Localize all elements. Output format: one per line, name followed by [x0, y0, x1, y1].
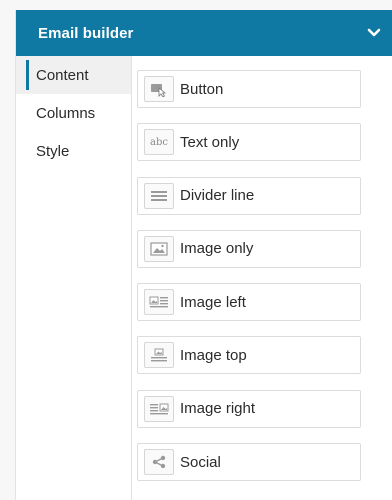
panel-title: Email builder [38, 24, 134, 42]
block-image-right[interactable]: Image right [137, 389, 361, 428]
block-social[interactable]: Social [137, 443, 361, 482]
block-divider-line[interactable]: Divider line [137, 176, 361, 215]
block-image-only[interactable]: Image only [137, 229, 361, 268]
sidebar-item-content[interactable]: Content [16, 56, 131, 94]
block-label: Button [180, 80, 224, 98]
block-image-left[interactable]: Image left [137, 283, 361, 322]
button-block-icon [144, 76, 174, 102]
abc-text-icon: abc [144, 129, 174, 156]
content-block-list: Button abc Text only Divider line Image … [137, 70, 361, 496]
block-image-top[interactable]: Image top [137, 336, 361, 375]
sidebar-item-style[interactable]: Style [16, 132, 131, 170]
image-left-icon [144, 289, 174, 316]
block-label: Divider line [180, 187, 255, 205]
chevron-down-icon[interactable] [365, 24, 383, 42]
block-label: Image right [180, 400, 256, 418]
sidebar-item-label: Content [36, 66, 89, 84]
image-top-icon [144, 342, 174, 369]
abc-text-glyph: abc [150, 136, 168, 148]
block-label: Image left [180, 293, 246, 311]
share-icon [144, 449, 174, 476]
image-right-icon [144, 395, 174, 422]
sidebar: Content Columns Style [16, 56, 132, 500]
block-button[interactable]: Button [137, 70, 361, 108]
block-label: Image only [180, 240, 254, 258]
image-icon [144, 235, 174, 262]
divider-icon [144, 182, 174, 209]
block-label: Text only [180, 133, 240, 151]
block-label: Image top [180, 346, 247, 364]
sidebar-item-label: Style [36, 142, 70, 160]
block-label: Social [180, 453, 221, 471]
panel-header[interactable]: Email builder [16, 10, 392, 56]
block-text-only[interactable]: abc Text only [137, 123, 361, 162]
sidebar-item-label: Columns [36, 104, 96, 122]
sidebar-item-columns[interactable]: Columns [16, 94, 131, 132]
